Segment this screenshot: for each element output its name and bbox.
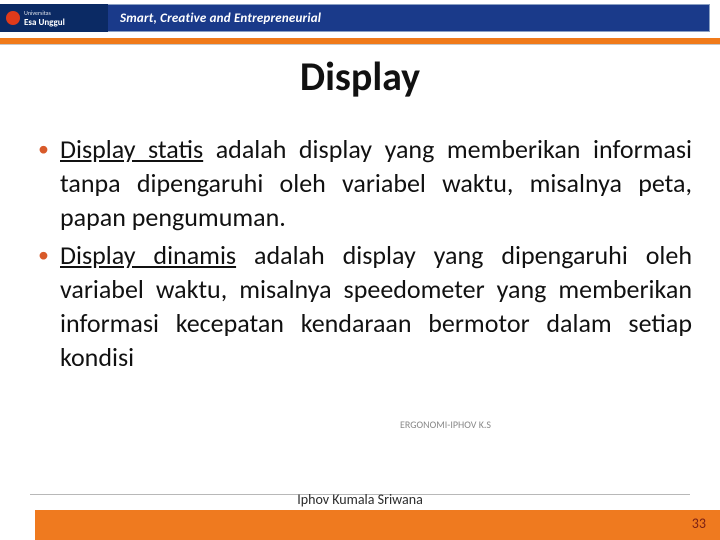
bullet-icon: • <box>38 238 60 374</box>
tagline: Smart, Creative and Entrepreneurial <box>120 4 321 32</box>
footer-notch <box>0 510 35 540</box>
slide: Universitas Esa Unggul Smart, Creative a… <box>0 0 720 540</box>
logo: Universitas Esa Unggul <box>0 4 108 32</box>
list-item: • Display dinamis adalah display yang di… <box>38 238 692 374</box>
header-divider <box>0 44 720 45</box>
page-title: Display <box>0 52 720 101</box>
body: • Display statis adalah display yang mem… <box>38 132 692 378</box>
header: Universitas Esa Unggul Smart, Creative a… <box>0 0 720 40</box>
footer-bar <box>0 510 720 540</box>
footer-author: Iphov Kumala Sriwana <box>0 491 720 508</box>
credit-text: ERGONOMI-IPHOV K.S <box>400 418 491 431</box>
list-item: • Display statis adalah display yang mem… <box>38 132 692 234</box>
logo-icon <box>6 11 20 25</box>
list-text: Display dinamis adalah display yang dipe… <box>60 238 692 374</box>
logo-text: Universitas Esa Unggul <box>24 9 65 27</box>
list-text: Display statis adalah display yang membe… <box>60 132 692 234</box>
page-number: 33 <box>692 515 706 532</box>
logo-univ: Universitas <box>24 9 65 18</box>
logo-name: Esa Unggul <box>24 17 65 28</box>
bullet-icon: • <box>38 132 60 234</box>
